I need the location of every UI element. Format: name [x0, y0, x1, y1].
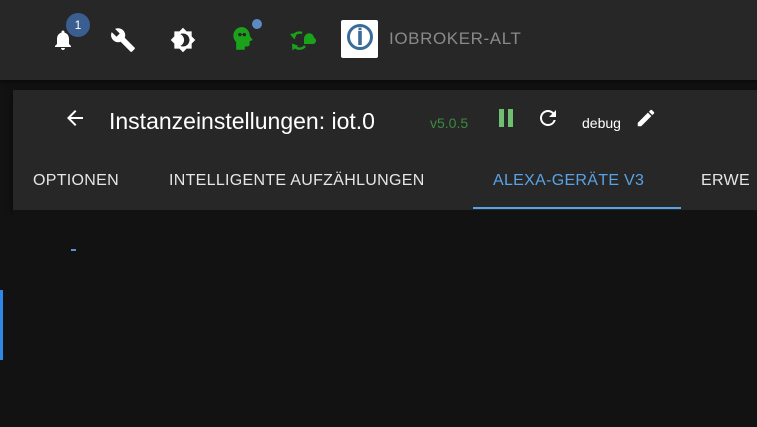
log-level-value: debug: [582, 115, 621, 131]
host-name: IOBROKER-ALT: [389, 29, 522, 48]
expert-mode-badge: [252, 19, 262, 29]
tab-extended[interactable]: ERWE: [701, 150, 750, 210]
drawer-edge-indicator: [0, 290, 3, 360]
pause-instance-button[interactable]: [493, 107, 519, 133]
iobroker-logo-icon: [345, 22, 375, 57]
theme-toggle-button[interactable]: [163, 20, 203, 60]
tab-smart-enums[interactable]: INTELLIGENTE AUFZÄHLUNGEN: [169, 150, 425, 210]
notification-count-badge: 1: [66, 13, 90, 37]
tab-alexa-devices-v3[interactable]: ALEXA-GERÄTE V3: [493, 150, 644, 210]
active-tab-indicator: [473, 207, 681, 209]
content-loading-mark: [71, 249, 76, 251]
tab-content-area: [13, 210, 757, 427]
reload-instance-button[interactable]: [535, 107, 561, 133]
theme-brightness-icon: [170, 27, 196, 53]
pause-icon: [496, 108, 516, 133]
top-app-bar: 1 IOBROKER-ALT: [0, 0, 757, 80]
iobroker-logo[interactable]: [341, 20, 378, 58]
expert-head-icon: [229, 26, 255, 54]
page: 1 IOBROKER-ALT Instanzeinstellungen: iot…: [0, 0, 757, 427]
wrench-icon: [110, 27, 136, 53]
instance-settings-card: Instanzeinstellungen: iot.0 v5.0.5 debug: [13, 90, 757, 210]
pencil-icon: [635, 107, 657, 134]
edit-log-level-button[interactable]: [633, 107, 659, 133]
back-button[interactable]: [61, 106, 89, 134]
instance-version: v5.0.5: [430, 115, 469, 131]
page-title: Instanzeinstellungen: iot.0: [109, 108, 375, 134]
arrow-back-icon: [63, 106, 87, 135]
restart-cloud-icon: [288, 27, 316, 53]
restart-button[interactable]: [282, 20, 322, 60]
settings-button[interactable]: [103, 20, 143, 60]
settings-tabs: OPTIONEN INTELLIGENTE AUFZÄHLUNGEN ALEXA…: [13, 150, 757, 210]
tab-options[interactable]: OPTIONEN: [33, 150, 119, 210]
refresh-icon: [536, 106, 560, 135]
